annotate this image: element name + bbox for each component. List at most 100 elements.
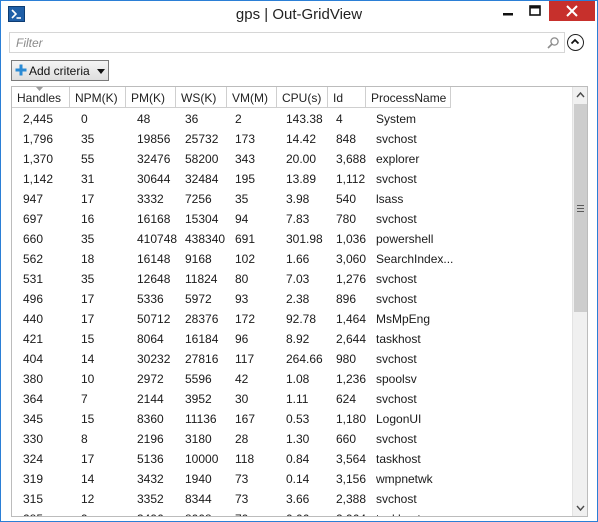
- table-cell: 50712: [137, 312, 171, 326]
- table-cell: 438340: [185, 232, 226, 246]
- table-row[interactable]: 1,796 35 19856 25732 173 14.42 848 svchost: [12, 129, 572, 149]
- table-row[interactable]: 531 35 12648 11824 80 7.03 1,276 svchost: [12, 269, 572, 289]
- table-cell: taskhost: [376, 512, 460, 516]
- close-button[interactable]: [549, 1, 595, 21]
- table-cell: 2972: [137, 372, 164, 386]
- scrollbar-thumb[interactable]: [574, 104, 587, 312]
- column-header-npm[interactable]: NPM(K): [70, 87, 126, 108]
- table-row[interactable]: 330 8 2196 3180 28 1.30 660 svchost: [12, 429, 572, 449]
- table-cell: 42: [235, 372, 249, 386]
- column-header-pm[interactable]: PM(K): [126, 87, 176, 108]
- table-cell: 32476: [137, 152, 171, 166]
- table-row[interactable]: 496 17 5336 5972 93 2.38 896 svchost: [12, 289, 572, 309]
- table-cell: 2,388: [336, 492, 367, 506]
- table-cell: lsass: [376, 192, 404, 206]
- table-cell: svchost: [376, 292, 417, 306]
- title-bar[interactable]: gps | Out-GridView: [1, 1, 597, 29]
- column-header-vm[interactable]: VM(M): [227, 87, 277, 108]
- table-row[interactable]: 404 14 30232 27816 117 264.66 980 svchost: [12, 349, 572, 369]
- table-row[interactable]: 319 14 3432 1940 73 0.14 3,156 wmpnetwk: [12, 469, 572, 489]
- table-row[interactable]: 440 17 50712 28376 172 92.78 1,464 MsMpEng: [12, 309, 572, 329]
- table-row[interactable]: 660 35 410748 438340 691 301.98 1,036 powershel…: [12, 229, 572, 249]
- out-gridview-window: gps | Out-GridView Filter Add criteria H…: [0, 0, 598, 522]
- column-header-handles[interactable]: Handles: [12, 87, 70, 108]
- table-cell: 264.66: [286, 352, 323, 366]
- column-header-cpu[interactable]: CPU(s): [277, 87, 328, 108]
- table-row[interactable]: 364 7 2144 3952 30 1.11 624 svchost: [12, 389, 572, 409]
- table-cell: 1,236: [336, 372, 367, 386]
- table-cell: SearchIndex...: [376, 252, 454, 266]
- table-row[interactable]: 1,370 55 32476 58200 343 20.00 3,688 explorer: [12, 149, 572, 169]
- table-cell: 3.98: [286, 192, 310, 206]
- table-cell: 12: [81, 492, 95, 506]
- results-grid: Handles NPM(K) PM(K) WS(K) VM(M) CPU(s) …: [11, 86, 588, 517]
- table-cell: 2: [235, 112, 242, 126]
- table-cell: 31: [81, 172, 95, 186]
- minimize-button[interactable]: [495, 1, 521, 21]
- table-cell: 3432: [137, 472, 164, 486]
- table-cell: svchost: [376, 172, 417, 186]
- table-cell: 496: [23, 292, 44, 306]
- table-row[interactable]: 345 15 8360 11136 167 0.53 1,180 LogonUI: [12, 409, 572, 429]
- table-row[interactable]: 562 18 16148 9168 102 1.66 3,060 SearchIndex...: [12, 249, 572, 269]
- scroll-down-arrow-icon[interactable]: [573, 500, 588, 516]
- table-cell: System: [376, 112, 417, 126]
- table-cell: svchost: [376, 432, 417, 446]
- table-cell: 17: [81, 312, 95, 326]
- column-header-processname[interactable]: ProcessName: [366, 87, 451, 108]
- table-row[interactable]: 285934968008700.062,964 taskhost: [12, 509, 572, 516]
- column-label: VM(M): [232, 91, 268, 105]
- table-cell: 624: [336, 392, 357, 406]
- table-row[interactable]: 2,445 0 48 36 2 143.38 4 System: [12, 109, 572, 129]
- column-header-id[interactable]: Id: [328, 87, 366, 108]
- table-cell: 2196: [137, 432, 164, 446]
- table-cell: 11136: [185, 412, 217, 426]
- scrollbar-grip: [577, 211, 584, 212]
- table-cell: 1,370: [23, 152, 54, 166]
- table-cell: 30644: [137, 172, 171, 186]
- table-cell: 8.92: [286, 332, 310, 346]
- table-cell: svchost: [376, 392, 417, 406]
- table-cell: svchost: [376, 132, 417, 146]
- table-cell: 93: [235, 292, 249, 306]
- filter-input[interactable]: [10, 33, 540, 52]
- table-row[interactable]: 947 17 3332 7256 35 3.98 540 lsass: [12, 189, 572, 209]
- table-cell: 30232: [137, 352, 171, 366]
- vertical-scrollbar[interactable]: [572, 87, 587, 516]
- column-label: Handles: [17, 91, 62, 105]
- table-cell: 1,112: [336, 172, 366, 186]
- table-cell: 7256: [185, 192, 212, 206]
- table-cell: 380: [23, 372, 44, 386]
- table-cell: 1,142: [23, 172, 54, 186]
- table-cell: 1.30: [286, 432, 310, 446]
- maximize-button[interactable]: [522, 1, 548, 21]
- table-cell: 70: [235, 512, 283, 516]
- table-cell: 2144: [137, 392, 164, 406]
- table-cell: 540: [336, 192, 357, 206]
- table-row[interactable]: 697 16 16168 15304 94 7.83 780 svchost: [12, 209, 572, 229]
- column-header-ws[interactable]: WS(K): [176, 87, 227, 108]
- add-criteria-button[interactable]: Add criteria: [11, 60, 109, 81]
- table-cell: 3,060: [336, 252, 367, 266]
- table-cell: 19856: [137, 132, 171, 146]
- table-cell: 167: [235, 412, 256, 426]
- table-cell: 2,644: [336, 332, 367, 346]
- table-cell: powershell: [376, 232, 434, 246]
- table-row[interactable]: 380 10 2972 5596 42 1.08 1,236 spoolsv: [12, 369, 572, 389]
- table-cell: 173: [235, 132, 256, 146]
- table-cell: 28376: [185, 312, 219, 326]
- table-cell: 1.08: [286, 372, 310, 386]
- table-row[interactable]: 421 15 8064 16184 96 8.92 2,644 taskhost: [12, 329, 572, 349]
- table-cell: 301.98: [286, 232, 323, 246]
- table-cell: 15: [81, 332, 95, 346]
- search-icon[interactable]: [546, 36, 560, 50]
- table-cell: 315: [23, 492, 44, 506]
- table-row[interactable]: 324 17 5136 10000 118 0.84 3,564 taskhost: [12, 449, 572, 469]
- scroll-up-arrow-icon[interactable]: [573, 87, 588, 103]
- table-cell: 324: [23, 452, 44, 466]
- table-row[interactable]: 315 12 3352 8344 73 3.66 2,388 svchost: [12, 489, 572, 509]
- table-cell: 7: [81, 392, 88, 406]
- table-cell: 8344: [185, 492, 212, 506]
- collapse-criteria-button[interactable]: [567, 34, 584, 51]
- table-row[interactable]: 1,142 31 30644 32484 195 13.89 1,112 svchost: [12, 169, 572, 189]
